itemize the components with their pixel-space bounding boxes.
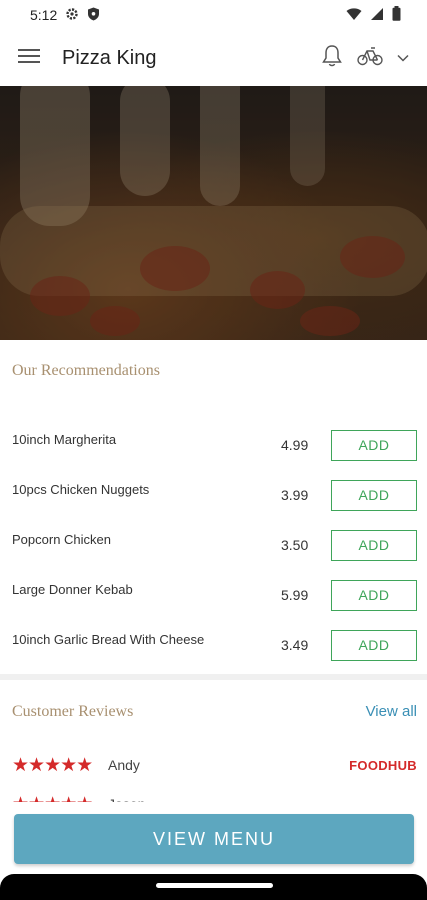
status-bar: 5:12 [0, 0, 427, 30]
list-item: Popcorn Chicken 3.50 ADD [0, 520, 427, 570]
review-source-logo: FOODHUB [349, 757, 417, 773]
hero-image [0, 86, 427, 340]
item-price: 3.99 [281, 487, 309, 503]
item-price: 4.99 [281, 437, 309, 453]
view-menu-button[interactable]: VIEW MENU [14, 814, 414, 864]
review-item: ★★★★★ Andy FOODHUB [12, 753, 417, 777]
battery-icon [392, 6, 401, 24]
item-price: 3.50 [281, 537, 309, 553]
list-item: Large Donner Kebab 5.99 ADD [0, 570, 427, 620]
reviewer-name: Andy [108, 757, 140, 773]
shield-icon [87, 7, 100, 24]
add-button[interactable]: ADD [331, 429, 417, 461]
bell-icon[interactable] [321, 44, 343, 73]
recommendations-list: 10inch Margherita 4.99 ADD 10pcs Chicken… [0, 420, 427, 670]
item-name: 10pcs Chicken Nuggets [12, 481, 150, 497]
item-name: 10inch Garlic Bread With Cheese [12, 631, 205, 647]
add-button[interactable]: ADD [331, 529, 417, 561]
item-name: Popcorn Chicken [12, 531, 111, 547]
list-item: 10inch Margherita 4.99 ADD [0, 420, 427, 470]
section-divider [0, 674, 427, 680]
recommendations-title: Our Recommendations [12, 362, 160, 379]
menu-icon[interactable] [18, 47, 40, 70]
list-item: 10inch Garlic Bread With Cheese 3.49 ADD [0, 620, 427, 670]
item-name: Large Donner Kebab [12, 581, 133, 597]
item-price: 3.49 [281, 637, 309, 653]
chevron-down-icon[interactable] [397, 49, 409, 67]
item-price: 5.99 [281, 587, 309, 603]
add-button[interactable]: ADD [331, 579, 417, 611]
add-button[interactable]: ADD [331, 479, 417, 511]
settings-icon [65, 7, 79, 24]
item-name: 10inch Margherita [12, 431, 117, 447]
signal-icon [370, 7, 384, 24]
app-bar: Pizza King [0, 30, 427, 86]
home-handle[interactable] [156, 883, 273, 888]
view-all-link[interactable]: View all [366, 703, 417, 720]
list-item: 10pcs Chicken Nuggets 3.99 ADD [0, 470, 427, 520]
star-rating: ★★★★★ [12, 754, 93, 776]
reviews-title: Customer Reviews [12, 703, 134, 720]
wifi-icon [346, 7, 362, 24]
page-title: Pizza King [62, 46, 157, 69]
status-time: 5:12 [30, 7, 58, 23]
add-button[interactable]: ADD [331, 629, 417, 661]
bike-icon[interactable] [357, 46, 383, 71]
scroll-fade [0, 802, 427, 814]
system-nav-bar [0, 874, 427, 900]
